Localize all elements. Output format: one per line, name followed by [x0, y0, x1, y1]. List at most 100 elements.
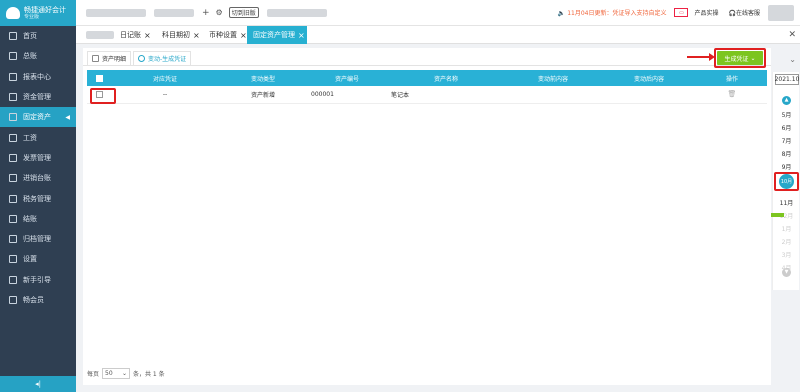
sidebar-item-label: 发票管理 — [23, 153, 51, 162]
period-month[interactable]: 8月 — [773, 149, 800, 158]
company-name-blurred-2 — [154, 8, 194, 17]
period-month[interactable]: 2月 — [773, 237, 800, 246]
highlight-box — [774, 172, 799, 191]
sidebar: 畅捷通好会计 专业版 首页总账报表中心资金管理固定资产 ◀ 工资发票管理进销台账税务… — [0, 0, 76, 392]
tab-journal[interactable]: 日记账 × — [116, 26, 155, 44]
product-practice-link[interactable]: 产品实操 — [694, 8, 718, 17]
subtab-change-generate-voucher[interactable]: 变动-生成凭证 — [133, 51, 192, 65]
sidebar-item-label: 结账 — [23, 214, 37, 223]
pager-prefix: 每页 — [87, 371, 100, 378]
update-notice[interactable]: 🔈 11月04日更新：凭证导入支持自定义 — [558, 8, 667, 17]
period-month[interactable]: 9月 — [773, 162, 800, 171]
sidebar-item-10[interactable]: 归档管理 — [0, 229, 76, 249]
close-icon[interactable]: × — [144, 31, 151, 40]
close-icon[interactable]: × — [298, 31, 305, 40]
period-year[interactable]: 2021.10 — [775, 74, 799, 85]
period-month[interactable]: 6月 — [773, 123, 800, 132]
period-month[interactable]: 11月 — [773, 198, 800, 207]
chevron-down-icon[interactable]: ▼ — [782, 268, 791, 277]
close-icon[interactable]: × — [240, 31, 247, 40]
page-size-value: 50 — [105, 370, 113, 377]
sidebar-item-label: 税务管理 — [23, 194, 51, 203]
sidebar-item-label: 资金管理 — [23, 93, 51, 102]
settings-gear-icon[interactable]: ⚙ — [216, 8, 223, 17]
user-info-blurred — [266, 8, 327, 17]
vip-icon — [9, 296, 17, 304]
sidebar-item-0[interactable]: 首页 — [0, 26, 76, 46]
table-header-row: 对应凭证 变动类型 资产编号 资产名称 变动前内容 变动后内容 操作 — [87, 70, 767, 86]
new-badge-icon[interactable]: ▭ — [674, 8, 689, 17]
tab-subject-opening[interactable]: 科目期初 × — [158, 26, 204, 44]
cell-asset-code: 000001 — [307, 86, 387, 104]
period-selector: 2021.10 ▲ 5月6月7月8月9月10月11月12月1月2月3月4月 ▼ — [771, 72, 800, 290]
sidebar-item-5[interactable]: 工资 — [0, 127, 76, 147]
table-row[interactable]: -- 资产新增 000001 笔记本 🗑 — [87, 86, 767, 104]
chevron-up-icon[interactable]: ▲ — [782, 96, 791, 105]
chevron-down-icon[interactable]: ⌄ — [789, 55, 796, 64]
subtab-asset-detail[interactable]: 资产明细 — [87, 51, 132, 65]
invoice-icon — [9, 153, 17, 162]
refresh-icon — [138, 55, 146, 62]
sidebar-item-4[interactable]: 固定资产 ◀ — [0, 107, 76, 128]
sidebar-item-label: 固定资产 — [23, 113, 51, 122]
cell-before — [505, 86, 601, 104]
sidebar-item-label: 报表中心 — [23, 72, 51, 81]
subtab-label: 资产明细 — [102, 56, 127, 63]
logo-subtitle: 专业版 — [24, 13, 40, 20]
pager-total: 条，共 1 条 — [133, 371, 165, 378]
wallet-icon — [9, 93, 17, 102]
col-action: 操作 — [697, 70, 767, 86]
period-month[interactable]: 7月 — [773, 136, 800, 145]
sidebar-item-11[interactable]: 设置 — [0, 249, 76, 269]
company-name-blurred — [86, 8, 146, 17]
sub-tabs: 资产明细 变动-生成凭证 — [83, 48, 771, 66]
collapse-sidebar-button[interactable]: ◂| — [0, 376, 76, 392]
sidebar-item-13[interactable]: 畅会员 — [0, 290, 76, 310]
cell-action[interactable]: 🗑 — [697, 86, 767, 104]
asset-icon — [9, 113, 17, 122]
select-all-checkbox[interactable] — [95, 74, 103, 82]
sidebar-item-1[interactable]: 总账 — [0, 46, 76, 66]
period-month[interactable]: 5月 — [773, 110, 800, 119]
close-icon[interactable]: × — [193, 31, 200, 40]
delete-icon[interactable]: 🗑 — [728, 90, 737, 98]
asset-change-table: 对应凭证 变动类型 资产编号 资产名称 变动前内容 变动后内容 操作 -- 资产… — [87, 70, 767, 104]
sidebar-item-2[interactable]: 报表中心 — [0, 67, 76, 87]
tab-currency-settings[interactable]: 币种设置 × — [205, 26, 251, 44]
page-size-select[interactable]: 50 ⌄ — [102, 368, 131, 379]
sidebar-item-7[interactable]: 进销台账 — [0, 168, 76, 188]
app-logo[interactable]: 畅捷通好会计 专业版 — [0, 0, 76, 26]
sidebar-item-6[interactable]: 发票管理 — [0, 148, 76, 168]
guide-icon — [9, 275, 17, 284]
avatar[interactable] — [768, 4, 794, 21]
select-all-checkbox-cell[interactable] — [87, 70, 111, 86]
close-all-tabs-icon[interactable]: ✕ — [788, 30, 796, 40]
sidebar-item-12[interactable]: 新手引导 — [0, 270, 76, 290]
highlight-box — [714, 48, 766, 68]
logo-title: 畅捷通好会计 — [24, 5, 66, 14]
top-bar: + ⚙ 切到旧版 🔈 11月04日更新：凭证导入支持自定义 ▭ 产品实操 🎧在线… — [76, 0, 800, 26]
switch-old-version-button[interactable]: 切到旧版 — [228, 7, 259, 18]
sidebar-item-label: 新手引导 — [23, 275, 51, 284]
add-icon[interactable]: + — [202, 8, 210, 18]
highlight-box — [90, 88, 116, 104]
salary-icon — [9, 133, 17, 142]
col-asset-name: 资产名称 — [387, 70, 505, 86]
home-icon — [9, 32, 17, 41]
sidebar-item-3[interactable]: 资金管理 — [0, 87, 76, 107]
report-icon — [9, 72, 17, 81]
sidebar-item-8[interactable]: 税务管理 — [0, 188, 76, 208]
sidebar-item-label: 设置 — [23, 255, 37, 264]
period-month[interactable]: 1月 — [773, 224, 800, 233]
sidebar-item-label: 首页 — [23, 32, 37, 41]
sidebar-item-label: 总账 — [23, 52, 37, 61]
sidebar-item-9[interactable]: 结账 — [0, 209, 76, 229]
main-content: 资产明细 变动-生成凭证 生成凭证 ⌄ 对应凭证 变动类型 资产编号 资产名称 … — [83, 48, 771, 385]
col-asset-code: 资产编号 — [307, 70, 387, 86]
sidebar-item-label: 归档管理 — [23, 235, 51, 244]
tab-label: 币种设置 — [209, 31, 237, 39]
online-service-link[interactable]: 🎧在线客服 — [729, 8, 761, 17]
tab-fixed-asset-management[interactable]: 固定资产管理 × — [247, 26, 307, 44]
period-month[interactable]: 3月 — [773, 250, 800, 259]
tab-blurred[interactable] — [86, 31, 114, 39]
